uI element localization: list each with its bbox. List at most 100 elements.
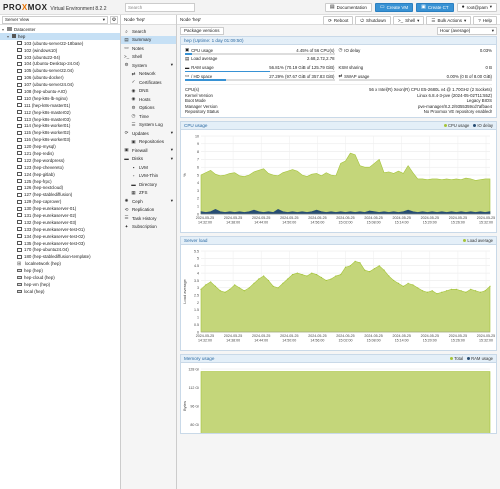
menu-item-network[interactable]: ⇄ Network bbox=[121, 70, 176, 79]
legend-total[interactable]: Total bbox=[450, 356, 463, 361]
tree-item-vm[interactable]: 134 (hep-eurekaserver-test-02) bbox=[0, 233, 120, 240]
menu-item-lvm[interactable]: ▪ LVM bbox=[121, 163, 176, 172]
menu-item-certificates[interactable]: ✓ Certificates bbox=[121, 78, 176, 87]
tree-item-vm[interactable]: 108 (hep-ubuntu-AIO) bbox=[0, 88, 120, 95]
data-point bbox=[436, 292, 438, 295]
menu-item-summary[interactable]: ▤ Summary bbox=[121, 35, 176, 44]
chevron-down-icon[interactable]: ▾ bbox=[171, 198, 173, 204]
tree-item-stor[interactable]: local (hep) bbox=[0, 288, 120, 295]
menu-icon: ▭ bbox=[124, 45, 129, 51]
menu-item-notes[interactable]: ▭ Notes bbox=[121, 44, 176, 53]
tree-item-stor[interactable]: hep-vm (hep) bbox=[0, 281, 120, 288]
x-tick-label: 2024-05-25 bbox=[336, 334, 354, 338]
tree-item-vm[interactable]: 110 (hep-k8s-lb-nginx) bbox=[0, 95, 120, 102]
server-load-plot[interactable]: 5.554.543.532.521.510.50Load average2024… bbox=[181, 245, 496, 350]
menu-item-disks[interactable]: ▬ Disks ▾ bbox=[121, 155, 176, 164]
tree-item-vm[interactable]: 104 (Ubuntu-Desktop-24.04) bbox=[0, 60, 120, 67]
memory-usage-plot[interactable]: 128 Gi112 Gi96 Gi80 Gi64 GiBytes bbox=[181, 363, 496, 434]
cpu-usage-plot[interactable]: 109876543210%2024-05-2514:32:002024-05-2… bbox=[181, 130, 496, 232]
menu-item-system[interactable]: ⚙ System ▾ bbox=[121, 61, 176, 70]
package-versions-button[interactable]: Package versions bbox=[180, 26, 224, 35]
expand-toggle-icon[interactable]: ▾ bbox=[7, 34, 11, 39]
tree-item-vm[interactable]: 116 (hep-k8s-worker03) bbox=[0, 136, 120, 143]
menu-item-directory[interactable]: ▬ Directory bbox=[121, 180, 176, 189]
menu-item-repositories[interactable]: ▣ Repositories bbox=[121, 138, 176, 147]
x-tick-label: 15:14:00 bbox=[395, 338, 409, 342]
user-menu[interactable]: ● root@pam ▾ bbox=[456, 2, 497, 12]
documentation-button[interactable]: ▤ Documentation bbox=[324, 2, 372, 12]
tree-item-vm[interactable]: 170 (hep-ubuntu24.04) bbox=[0, 247, 120, 254]
menu-item-search[interactable]: ⌕ Search bbox=[121, 27, 176, 36]
legend-io-delay[interactable]: IO delay bbox=[473, 123, 493, 128]
tree-item-vm[interactable]: 130 (hep-eurekaserver-01) bbox=[0, 205, 120, 212]
tree-item-vm[interactable]: 105 (ubuntu-server22.04) bbox=[0, 67, 120, 74]
gear-icon[interactable]: ⚙ bbox=[110, 15, 118, 24]
tree-item-vm[interactable]: 132 (hep-eurekaserver-03) bbox=[0, 219, 120, 226]
tree-item-vm[interactable]: 114 (hep-k8s-worker01) bbox=[0, 122, 120, 129]
create-ct-button[interactable]: ▣ Create CT bbox=[416, 2, 454, 12]
menu-item-options[interactable]: ⚙ Options bbox=[121, 104, 176, 113]
shell-button[interactable]: >_ Shell ▾ bbox=[392, 16, 425, 25]
menu-item-ceph[interactable]: ✺ Ceph ▾ bbox=[121, 197, 176, 206]
tree-item-stor[interactable]: hep (hep) bbox=[0, 267, 120, 274]
tree-item-vm[interactable]: 107 (ubuntu-server24.04) bbox=[0, 81, 120, 88]
menu-item-firewall[interactable]: ▣ Firewall ▾ bbox=[121, 146, 176, 155]
tree-item-vm[interactable]: 115 (hep-k8s-worker02) bbox=[0, 129, 120, 136]
tree-item-vm[interactable]: 180 (hep-stablediffusion-template) bbox=[0, 253, 120, 260]
menu-item-task-history[interactable]: ☰ Task History bbox=[121, 214, 176, 223]
menu-item-system-log[interactable]: ☰ System Log bbox=[121, 121, 176, 130]
tree-item-vm[interactable]: 122 (hep-wordpress) bbox=[0, 157, 120, 164]
bulk-actions-button[interactable]: ☰ Bulk Actions ▾ bbox=[426, 16, 472, 25]
menu-item-time[interactable]: ◷ Time bbox=[121, 112, 176, 121]
chevron-down-icon[interactable]: ▾ bbox=[171, 147, 173, 153]
tree-item-stor[interactable]: hep-cloud (hep) bbox=[0, 274, 120, 281]
x-tick-label: 15:32:00 bbox=[479, 220, 493, 224]
legend-ram-usage[interactable]: RAM usage bbox=[467, 356, 493, 361]
tree-item-vm[interactable]: 112 (hep-k8s-master02) bbox=[0, 109, 120, 116]
tree-item-vm[interactable]: 123 (hep-chevereto) bbox=[0, 164, 120, 171]
tree-item-vm[interactable]: 124 (hep-gitlab) bbox=[0, 171, 120, 178]
tree-item-vm[interactable]: 111 (hep-k8s-master01) bbox=[0, 102, 120, 109]
menu-item-replication[interactable]: ⟲ Replication bbox=[121, 206, 176, 215]
tree-item-vm[interactable]: 106 (ubuntu-docker) bbox=[0, 74, 120, 81]
tree-item-vm[interactable]: 125 (hep-frpc) bbox=[0, 178, 120, 185]
tree-item-vm[interactable]: 131 (hep-eurekaserver-02) bbox=[0, 212, 120, 219]
tree-item-vm[interactable]: 113 (hep-k8s-master03) bbox=[0, 116, 120, 123]
x-tick-label: 14:32:00 bbox=[198, 220, 212, 224]
tree-item-vm[interactable]: 103 (ubuntu22-04) bbox=[0, 54, 120, 61]
info-row: Kernel Version Linux 6.8.4-3-pve (2024-05… bbox=[185, 92, 492, 98]
menu-item-shell[interactable]: >_ Shell bbox=[121, 53, 176, 62]
legend-load-average[interactable]: Load average bbox=[463, 238, 493, 243]
tree-item-pool[interactable]: ⊞ localnetwork (hep) bbox=[0, 260, 120, 267]
search-input[interactable]: Search bbox=[125, 2, 195, 12]
tree-item-vm[interactable]: 129 (hep-caprover) bbox=[0, 198, 120, 205]
tree-item-dc[interactable]: ▾ Datacenter bbox=[0, 26, 120, 33]
tree-item-vm[interactable]: 121 (hep-redis) bbox=[0, 150, 120, 157]
menu-item-subscription[interactable]: ✦ Subscription bbox=[121, 223, 176, 232]
timeframe-select[interactable]: Hour (average) ▾ bbox=[437, 26, 497, 35]
menu-item-lvm-thin[interactable]: ▫ LVM-Thin bbox=[121, 172, 176, 181]
chevron-down-icon[interactable]: ▾ bbox=[171, 62, 173, 68]
chevron-down-icon[interactable]: ▾ bbox=[171, 156, 173, 162]
shutdown-button[interactable]: ⏻ Shutdown bbox=[355, 16, 391, 25]
tree-item-vm[interactable]: 103 (ubuntu-server22-18base) bbox=[0, 40, 120, 47]
tree-item-node[interactable]: ▾ hep bbox=[0, 32, 120, 40]
tree-item-vm[interactable]: 135 (hep-eurekaserver-test-03) bbox=[0, 240, 120, 247]
help-button[interactable]: ? Help bbox=[473, 16, 497, 25]
create-vm-button[interactable]: ▭ Create VM bbox=[374, 2, 414, 12]
expand-toggle-icon[interactable]: ▾ bbox=[2, 27, 6, 32]
menu-item-zfs[interactable]: ▦ ZFS bbox=[121, 189, 176, 198]
tree-item-vm[interactable]: 102 (windows10) bbox=[0, 47, 120, 54]
tree-item-vm[interactable]: 126 (hep-nextcloud) bbox=[0, 184, 120, 191]
reboot-button[interactable]: ⟳ Reboot bbox=[323, 16, 354, 25]
tree-item-vm[interactable]: 120 (hep-mysql) bbox=[0, 143, 120, 150]
menu-item-hosts[interactable]: ◉ Hosts bbox=[121, 95, 176, 104]
legend-cpu-usage[interactable]: CPU usage bbox=[443, 123, 469, 128]
view-select[interactable]: Server View ▾ bbox=[2, 15, 108, 24]
chevron-down-icon[interactable]: ▾ bbox=[171, 130, 173, 136]
power-icon: ⏻ bbox=[360, 18, 364, 23]
tree-item-vm[interactable]: 133 (hep-eurekaserver-test-01) bbox=[0, 226, 120, 233]
menu-item-updates[interactable]: ⟳ Updates ▾ bbox=[121, 129, 176, 138]
menu-item-dns[interactable]: ◉ DNS bbox=[121, 87, 176, 96]
tree-item-vm[interactable]: 127 (hep-stablediffusion) bbox=[0, 191, 120, 198]
